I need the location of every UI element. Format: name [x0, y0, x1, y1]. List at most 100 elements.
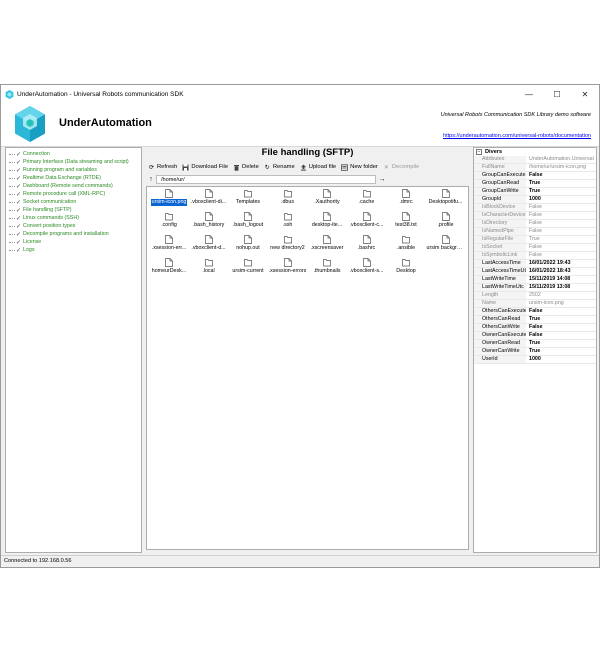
property-row[interactable]: OwnerCanWrite True [474, 348, 596, 356]
file-item[interactable]: .vboxclient-c... [347, 212, 387, 234]
property-value[interactable]: False [526, 172, 596, 179]
file-item[interactable]: .xsession-errors [268, 258, 308, 280]
property-value[interactable]: False [526, 228, 596, 235]
nav-item[interactable]: ✓ Running program and variables [6, 166, 141, 174]
file-item[interactable]: new directory2 [268, 235, 308, 257]
property-row[interactable]: Length 2502 [474, 292, 596, 300]
file-item[interactable]: .vboxclient-d... [189, 235, 229, 257]
property-value[interactable]: False [526, 204, 596, 211]
property-value[interactable]: False [526, 220, 596, 227]
property-row[interactable]: GroupCanRead True [474, 180, 596, 188]
file-item[interactable]: .ansible [386, 235, 426, 257]
property-row[interactable]: OthersCanWrite False [474, 324, 596, 332]
property-value[interactable]: False [526, 212, 596, 219]
property-value[interactable]: 16/01/2022 19:43 [526, 260, 596, 267]
property-row[interactable]: IsCharacterDevice False [474, 212, 596, 220]
title-bar[interactable]: UnderAutomation - Universal Robots commu… [1, 85, 599, 103]
property-grid[interactable]: − Divers Attributes UnderAutomation.Unive… [473, 147, 597, 553]
property-value[interactable]: True [526, 340, 596, 347]
file-item[interactable]: test38.txt [386, 212, 426, 234]
property-value[interactable]: True [526, 316, 596, 323]
parent-directory-arrow-icon[interactable]: ↑ [146, 176, 156, 183]
property-value[interactable]: True [526, 348, 596, 355]
property-row[interactable]: GroupId 1000 [474, 196, 596, 204]
file-item[interactable]: .bash_logout [228, 212, 268, 234]
property-value[interactable]: 15/11/2019 13:08 [526, 284, 596, 291]
property-row[interactable]: IsRegularFile True [474, 236, 596, 244]
file-item[interactable]: .thumbnails [307, 258, 347, 280]
path-input[interactable] [156, 175, 376, 184]
property-value[interactable]: 1000 [526, 196, 596, 203]
file-item[interactable]: .vboxclient-s... [347, 258, 387, 280]
minimize-button[interactable]: — [515, 85, 543, 103]
property-value[interactable]: True [526, 188, 596, 195]
file-item[interactable]: desktop-ite... [307, 212, 347, 234]
nav-item[interactable]: ✓ Socket communication [6, 198, 141, 206]
file-item[interactable]: .local [189, 258, 229, 280]
documentation-link[interactable]: https://underautomation.com/universal-ro… [443, 133, 591, 139]
file-item[interactable]: .vboxclient-di... [189, 189, 229, 211]
file-item[interactable]: ursim background.... [426, 235, 466, 257]
file-item[interactable]: Desktop [386, 258, 426, 280]
nav-item[interactable]: ✓ Connection [6, 150, 141, 158]
property-row[interactable]: UserId 1000 [474, 356, 596, 364]
property-row[interactable]: OthersCanRead True [474, 316, 596, 324]
property-row[interactable]: LastWriteTime 15/11/2019 14:08 [474, 276, 596, 284]
property-value[interactable]: True [526, 236, 596, 243]
property-row[interactable]: FullName/home/ur/ursim-icon.png [474, 164, 596, 172]
nav-item[interactable]: ✓ License [6, 238, 141, 246]
property-row[interactable]: OwnerCanRead True [474, 340, 596, 348]
property-row[interactable]: LastAccessTime 16/01/2022 19:43 [474, 260, 596, 268]
nav-item[interactable]: ✓ Linux commands (SSH) [6, 214, 141, 222]
download-file-button[interactable]: Download File [182, 164, 228, 171]
file-item[interactable]: .dmrc [386, 189, 426, 211]
property-value[interactable]: False [526, 324, 596, 331]
property-row[interactable]: OwnerCanExecute False [474, 332, 596, 340]
nav-item[interactable]: ✓ Decompile programs and installation [6, 230, 141, 238]
property-row[interactable]: IsBlockDevice False [474, 204, 596, 212]
property-value[interactable]: True [526, 180, 596, 187]
file-item[interactable]: ursim-current [228, 258, 268, 280]
property-row[interactable]: Attributes UnderAutomation.Universal [474, 156, 596, 164]
file-item[interactable]: Templates [228, 189, 268, 211]
file-list[interactable]: ursim-icon.png .vboxclient-di... Templates… [146, 186, 469, 550]
property-row[interactable]: IsSocket False [474, 244, 596, 252]
file-item[interactable]: Desktopotifu... [426, 189, 466, 211]
file-item[interactable]: nohup.out [228, 235, 268, 257]
property-row[interactable]: LastWriteTimeUtc 15/11/2019 13:08 [474, 284, 596, 292]
file-item[interactable]: .ssh [268, 212, 308, 234]
file-item[interactable]: .bashrc [347, 235, 387, 257]
property-value[interactable]: 1000 [526, 356, 596, 363]
property-row[interactable]: IsSymbolicLink False [474, 252, 596, 260]
file-item[interactable]: homeurDesk... [149, 258, 189, 280]
property-row[interactable]: GroupCanExecute False [474, 172, 596, 180]
decompile-button[interactable]: ✕ Decompile [383, 164, 419, 171]
nav-item[interactable]: ✓ Realtime Data Exchange (RTDE) [6, 174, 141, 182]
property-category[interactable]: − Divers [474, 148, 596, 156]
property-value[interactable]: 2502 [526, 292, 596, 299]
nav-item[interactable]: ✓ Primary Interface (Data streaming and s… [6, 158, 141, 166]
property-value[interactable]: ursim-icon.png [526, 300, 596, 307]
file-item[interactable]: .profile [426, 212, 466, 234]
file-item[interactable]: .Xauthority [307, 189, 347, 211]
collapse-icon[interactable]: − [476, 149, 482, 155]
file-item[interactable]: .config [149, 212, 189, 234]
nav-item[interactable]: ✓ Dashboard (Remote send commands) [6, 182, 141, 190]
file-item[interactable]: .dbus [268, 189, 308, 211]
file-item[interactable]: .xscreensaver [307, 235, 347, 257]
file-item[interactable]: ursim-icon.png [149, 189, 189, 211]
property-row[interactable]: IsNamedPipe False [474, 228, 596, 236]
property-value[interactable]: False [526, 252, 596, 259]
maximize-button[interactable]: ☐ [543, 85, 571, 103]
delete-button[interactable]: Delete [233, 164, 259, 171]
property-row[interactable]: Name ursim-icon.png [474, 300, 596, 308]
file-item[interactable]: .xsession-err... [149, 235, 189, 257]
property-row[interactable]: LastAccessTimeUtc 16/01/2022 18:43 [474, 268, 596, 276]
close-button[interactable]: ✕ [571, 85, 599, 103]
property-value[interactable]: False [526, 308, 596, 315]
nav-item[interactable]: ✓ Convert position types [6, 222, 141, 230]
file-item[interactable]: .bash_history [189, 212, 229, 234]
property-value[interactable]: False [526, 332, 596, 339]
property-value[interactable]: UnderAutomation.Universal [526, 156, 596, 163]
new-folder-button[interactable]: New folder [341, 163, 378, 171]
